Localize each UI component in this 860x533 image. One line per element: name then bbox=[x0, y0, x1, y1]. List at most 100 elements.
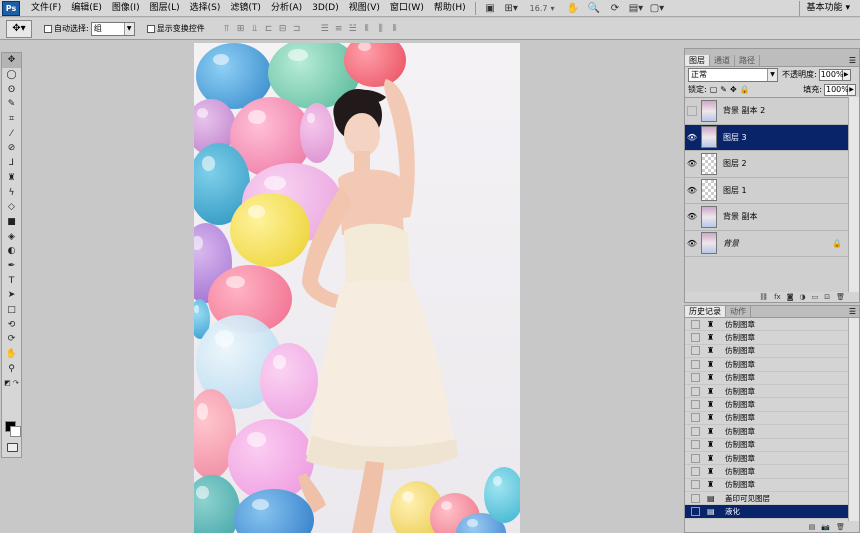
history-state[interactable]: ♜ 仿制图章 bbox=[685, 479, 848, 493]
menu-image[interactable]: 图像(I) bbox=[107, 0, 145, 17]
marquee-tool-icon[interactable]: ◯ bbox=[2, 68, 21, 83]
trash-icon[interactable]: 🗑 bbox=[836, 293, 845, 301]
align-left-icon[interactable]: ⊏ bbox=[263, 23, 275, 35]
menu-view[interactable]: 视图(V) bbox=[344, 0, 385, 17]
menu-3d[interactable]: 3D(D) bbox=[307, 0, 344, 17]
history-brush-source-checkbox[interactable] bbox=[691, 426, 700, 436]
opacity-input[interactable]: 100% bbox=[818, 68, 844, 81]
tab-actions[interactable]: 动作 bbox=[726, 306, 751, 317]
tab-channels[interactable]: 通道 bbox=[710, 55, 735, 66]
hand-icon[interactable]: ✋ bbox=[565, 2, 580, 15]
zoom-level[interactable]: 16.7 ▾ bbox=[522, 4, 563, 13]
show-transform-option[interactable]: 显示变换控件 bbox=[146, 23, 205, 34]
hand-tool-icon[interactable]: ✋ bbox=[2, 347, 21, 362]
panel-menu-icon[interactable]: ☰ bbox=[849, 306, 859, 317]
lock-all-icon[interactable]: 🔒 bbox=[740, 85, 750, 94]
history-state[interactable]: ▤ 液化 bbox=[685, 505, 848, 519]
eraser-tool-icon[interactable]: ◇ bbox=[2, 200, 21, 215]
menu-filter[interactable]: 滤镜(T) bbox=[225, 0, 266, 17]
workspace-switcher[interactable]: 基本功能 ▾ bbox=[799, 1, 856, 16]
history-brush-source-checkbox[interactable] bbox=[691, 333, 700, 343]
history-brush-source-checkbox[interactable] bbox=[691, 413, 700, 423]
eye-icon[interactable]: 👁 bbox=[685, 133, 699, 142]
panel-menu-icon[interactable]: ☰ bbox=[849, 55, 859, 66]
auto-select-checkbox[interactable] bbox=[44, 24, 52, 33]
background-color-swatch[interactable] bbox=[10, 426, 21, 437]
align-right-icon[interactable]: ⊐ bbox=[291, 23, 303, 35]
history-state[interactable]: ♜ 仿制图章 bbox=[685, 439, 848, 452]
fill-input[interactable]: 100% bbox=[824, 83, 849, 96]
zoom-icon[interactable]: 🔍 bbox=[586, 2, 601, 15]
trash-icon[interactable]: 🗑 bbox=[836, 523, 845, 531]
layer-row[interactable]: 👁 图层 3 bbox=[685, 124, 848, 151]
move-tool-icon[interactable]: ✥ bbox=[2, 53, 21, 68]
history-state[interactable]: ♜ 仿制图章 bbox=[685, 331, 848, 345]
menu-edit[interactable]: 编辑(E) bbox=[66, 0, 107, 17]
healing-brush-tool-icon[interactable]: ⊘ bbox=[2, 141, 21, 156]
arrange-documents-icon[interactable]: ▤▾ bbox=[628, 2, 643, 15]
layer-row[interactable]: 👁 图层 2 bbox=[685, 151, 848, 178]
visibility-toggle[interactable] bbox=[687, 105, 697, 116]
eye-icon[interactable]: 👁 bbox=[685, 159, 699, 168]
blur-tool-icon[interactable]: ◈ bbox=[2, 229, 21, 244]
history-brush-source-checkbox[interactable] bbox=[691, 319, 700, 329]
lock-transparent-icon[interactable]: ▢ bbox=[710, 85, 718, 94]
eye-icon[interactable]: 👁 bbox=[685, 212, 699, 221]
align-vcenter-icon[interactable]: ⊞ bbox=[235, 23, 247, 35]
view-extras-icon[interactable]: ⊞▾ bbox=[504, 2, 519, 15]
layer-row[interactable]: 背景 副本 2 bbox=[685, 98, 848, 125]
add-mask-icon[interactable]: ◙ bbox=[787, 293, 794, 301]
history-brush-source-checkbox[interactable] bbox=[691, 373, 700, 383]
pen-tool-icon[interactable]: ✒ bbox=[2, 259, 21, 274]
distribute-vcenter-icon[interactable]: ≡ bbox=[333, 23, 345, 35]
type-tool-icon[interactable]: T bbox=[2, 273, 21, 288]
layer-row[interactable]: 👁 背景 副本 bbox=[685, 204, 848, 231]
distribute-left-icon[interactable]: ⦀ bbox=[361, 23, 373, 35]
history-state[interactable]: ♜ 仿制图章 bbox=[685, 318, 848, 332]
history-scrollbar[interactable] bbox=[848, 318, 859, 521]
align-hcenter-icon[interactable]: ⊟ bbox=[277, 23, 289, 35]
history-brush-source-checkbox[interactable] bbox=[691, 386, 700, 396]
history-brush-source-checkbox[interactable] bbox=[691, 507, 700, 517]
history-brush-source-checkbox[interactable] bbox=[691, 466, 700, 476]
menu-file[interactable]: 文件(F) bbox=[26, 0, 66, 17]
history-state[interactable]: ♜ 仿制图章 bbox=[685, 465, 848, 479]
history-brush-source-checkbox[interactable] bbox=[691, 480, 700, 490]
chevron-right-icon[interactable]: ▶ bbox=[842, 68, 851, 81]
distribute-top-icon[interactable]: ☰ bbox=[319, 23, 331, 35]
shape-tool-icon[interactable]: □ bbox=[2, 303, 21, 318]
auto-select-option[interactable]: 自动选择: 组 ▼ bbox=[44, 21, 135, 36]
history-brush-source-checkbox[interactable] bbox=[691, 453, 700, 463]
history-brush-source-checkbox[interactable] bbox=[691, 440, 700, 450]
layers-scrollbar[interactable] bbox=[848, 97, 859, 292]
history-brush-source-checkbox[interactable] bbox=[691, 359, 700, 369]
lock-pixels-icon[interactable]: ✎ bbox=[720, 85, 727, 94]
history-brush-source-checkbox[interactable] bbox=[691, 400, 700, 410]
lasso-tool-icon[interactable]: ʘ bbox=[2, 82, 21, 97]
tab-history[interactable]: 历史记录 bbox=[685, 306, 726, 317]
align-bottom-icon[interactable]: ⫫ bbox=[249, 23, 261, 35]
quick-select-tool-icon[interactable]: ✎ bbox=[2, 97, 21, 112]
3d-rotate-tool-icon[interactable]: ⟲ bbox=[2, 317, 21, 332]
align-top-icon[interactable]: ⫪ bbox=[221, 23, 233, 35]
menu-layer[interactable]: 图层(L) bbox=[145, 0, 185, 17]
lock-position-icon[interactable]: ✥ bbox=[730, 85, 737, 94]
history-state[interactable]: ♜ 仿制图章 bbox=[685, 358, 848, 372]
blend-mode-dropdown[interactable]: 正常 ▼ bbox=[688, 67, 778, 82]
3d-orbit-tool-icon[interactable]: ⟳ bbox=[2, 332, 21, 347]
history-state[interactable]: ♜ 仿制图章 bbox=[685, 372, 848, 385]
layer-style-icon[interactable]: fx bbox=[774, 293, 781, 301]
layer-row[interactable]: 👁 图层 1 bbox=[685, 178, 848, 204]
document-canvas[interactable] bbox=[194, 43, 520, 533]
zoom-tool-icon[interactable]: ⚲ bbox=[2, 361, 21, 376]
distribute-hcenter-icon[interactable]: ⫼ bbox=[375, 23, 387, 35]
menu-help[interactable]: 帮助(H) bbox=[429, 0, 471, 17]
distribute-right-icon[interactable]: ⦀ bbox=[389, 23, 401, 35]
history-state[interactable]: ♜ 仿制图章 bbox=[685, 412, 848, 426]
history-brush-source-checkbox[interactable] bbox=[691, 493, 700, 503]
eye-icon[interactable]: 👁 bbox=[685, 239, 699, 248]
history-state[interactable]: ♜ 仿制图章 bbox=[685, 425, 848, 439]
clone-stamp-tool-icon[interactable]: ♜ bbox=[2, 171, 21, 186]
history-state[interactable]: ♜ 仿制图章 bbox=[685, 345, 848, 359]
bridge-icon[interactable]: ▣ bbox=[483, 2, 498, 15]
